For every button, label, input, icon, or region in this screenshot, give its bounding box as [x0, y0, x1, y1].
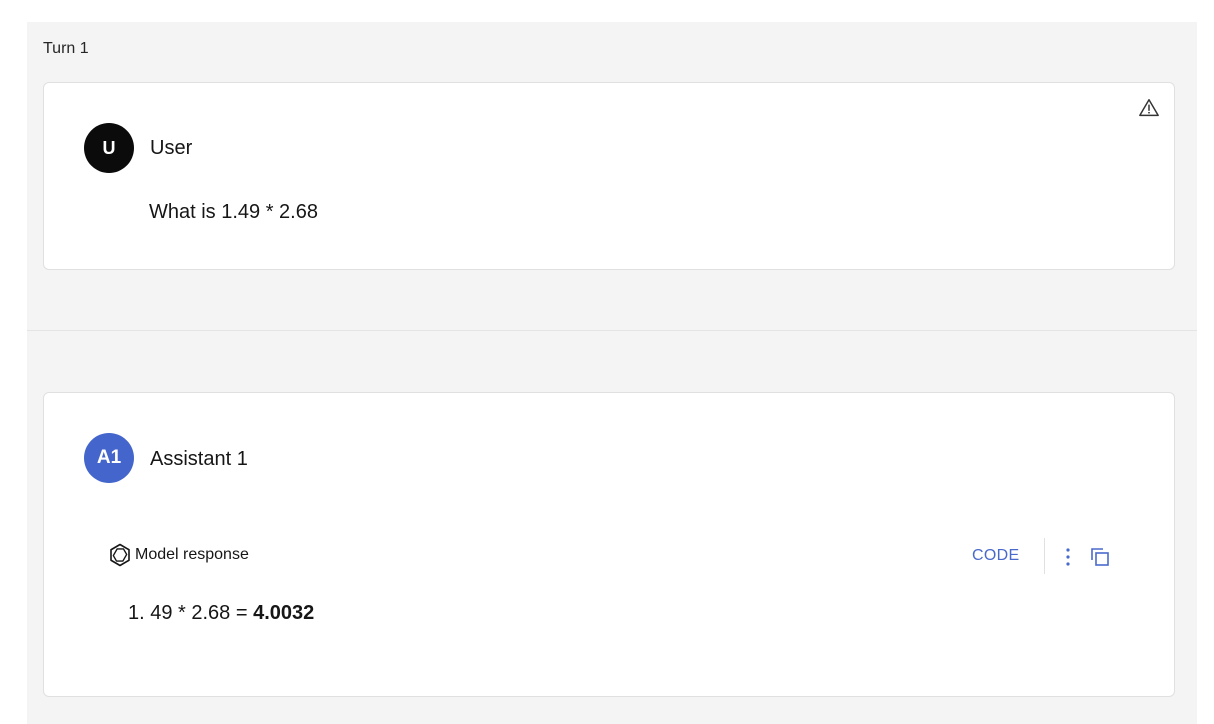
- user-message-card: U User What is 1.49 * 2.68: [43, 82, 1175, 270]
- turn-label: Turn 1: [43, 40, 89, 57]
- user-message-text: What is 1.49 * 2.68: [149, 201, 318, 223]
- more-vertical-icon[interactable]: [1060, 546, 1076, 568]
- warning-icon[interactable]: [1138, 97, 1160, 119]
- response-result: 4.0032: [253, 602, 315, 624]
- assistant-message-card: A1 Assistant 1 Model response CODE 1. 49…: [43, 392, 1175, 697]
- toolbar-separator: [1044, 538, 1045, 574]
- user-avatar: U: [84, 123, 134, 173]
- model-logo-icon: [110, 543, 130, 567]
- model-response-header: Model response: [108, 543, 249, 567]
- model-response-label: Model response: [135, 546, 249, 563]
- model-response-text: 1. 49 * 2.68 = 4.0032: [128, 602, 314, 625]
- turn-divider: [27, 330, 1197, 331]
- assistant-role-name: Assistant 1: [150, 448, 248, 470]
- conversation-panel: Turn 1 U User What is 1.49 * 2.68 A1 Ass…: [27, 22, 1197, 724]
- copy-icon[interactable]: [1089, 546, 1111, 568]
- response-expression: 1. 49 * 2.68 =: [128, 602, 254, 624]
- user-role-name: User: [150, 137, 193, 159]
- assistant-avatar: A1: [84, 433, 134, 483]
- code-button[interactable]: CODE: [972, 547, 1019, 565]
